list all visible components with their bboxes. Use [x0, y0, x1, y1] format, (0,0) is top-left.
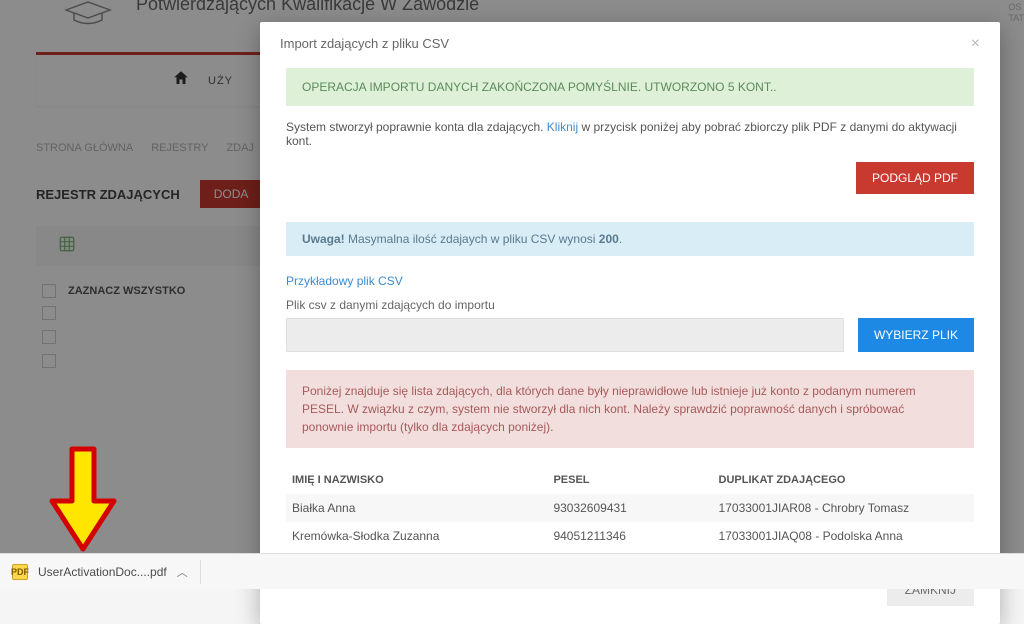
error-table: IMIĘ I NAZWISKO PESEL DUPLIKAT ZDAJĄCEGO… — [286, 466, 974, 550]
table-row: Kremówka-Słodka Zuzanna 94051211346 1703… — [286, 522, 974, 550]
success-alert: OPERACJA IMPORTU DANYCH ZAKOŃCZONA POMYŚ… — [286, 68, 974, 106]
modal-title: Import zdających z pliku CSV — [280, 36, 449, 51]
close-icon[interactable]: × — [971, 36, 980, 52]
chevron-up-icon[interactable]: ︿ — [177, 564, 188, 580]
download-item[interactable]: PDF UserActivationDoc....pdf ︿ — [0, 554, 200, 589]
pdf-file-icon: PDF — [12, 564, 28, 580]
download-link-inline[interactable]: Kliknij — [547, 120, 578, 134]
info-alert: Uwaga! Masymalna ilość zdajaych w pliku … — [286, 222, 974, 256]
col-duplicate: DUPLIKAT ZDAJĄCEGO — [713, 466, 974, 494]
file-field-label: Plik csv z danymi zdających do importu — [286, 298, 974, 312]
choose-file-button[interactable]: WYBIERZ PLIK — [858, 318, 974, 352]
sample-csv-link[interactable]: Przykładowy plik CSV — [286, 274, 403, 288]
col-name: IMIĘ I NAZWISKO — [286, 466, 547, 494]
file-path-display — [286, 318, 844, 352]
download-filename: UserActivationDoc....pdf — [38, 565, 167, 579]
preview-pdf-button[interactable]: PODGLĄD PDF — [856, 162, 974, 194]
col-pesel: PESEL — [547, 466, 712, 494]
import-modal: Import zdających z pliku CSV × OPERACJA … — [260, 22, 1000, 624]
download-bar: PDF UserActivationDoc....pdf ︿ — [0, 553, 1024, 589]
separator — [200, 560, 201, 584]
table-row: Białka Anna 93032609431 17033001JIAR08 -… — [286, 494, 974, 522]
description-text: System stworzył poprawnie konta dla zdaj… — [286, 120, 974, 148]
warning-alert: Poniżej znajduje się lista zdających, dl… — [286, 370, 974, 448]
